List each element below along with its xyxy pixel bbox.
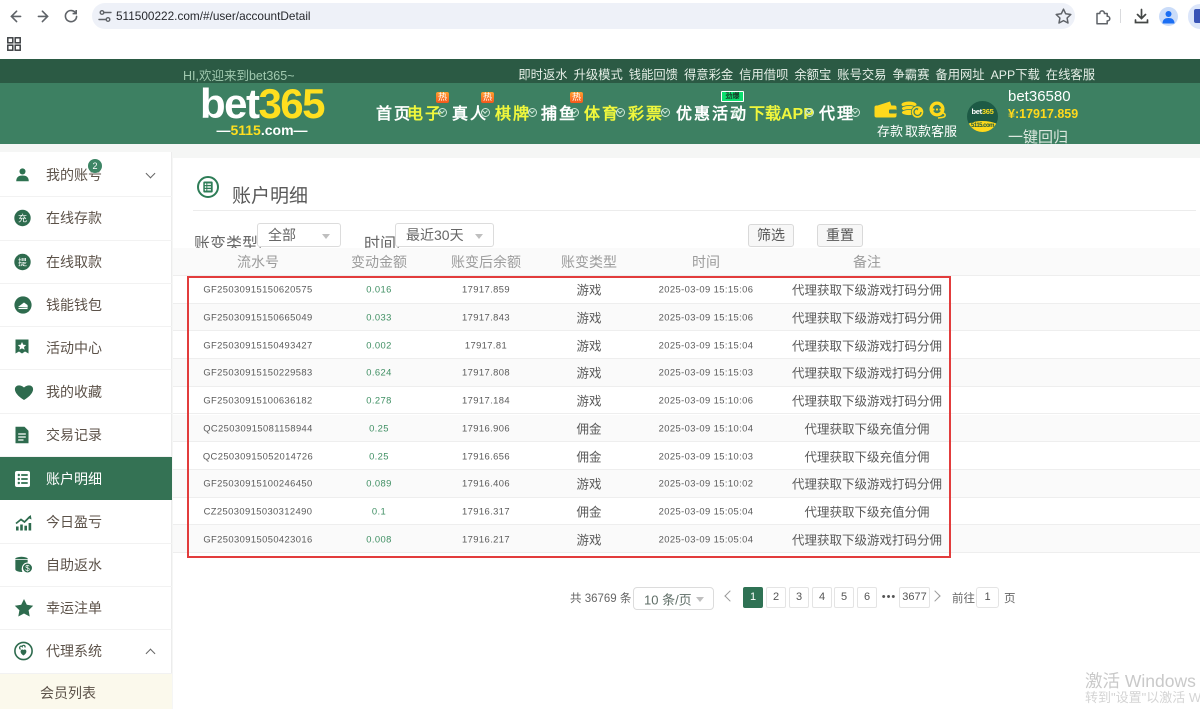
svg-text:充: 充 <box>18 213 27 224</box>
svg-text:提: 提 <box>18 257 27 267</box>
svg-text:$: $ <box>25 564 30 573</box>
